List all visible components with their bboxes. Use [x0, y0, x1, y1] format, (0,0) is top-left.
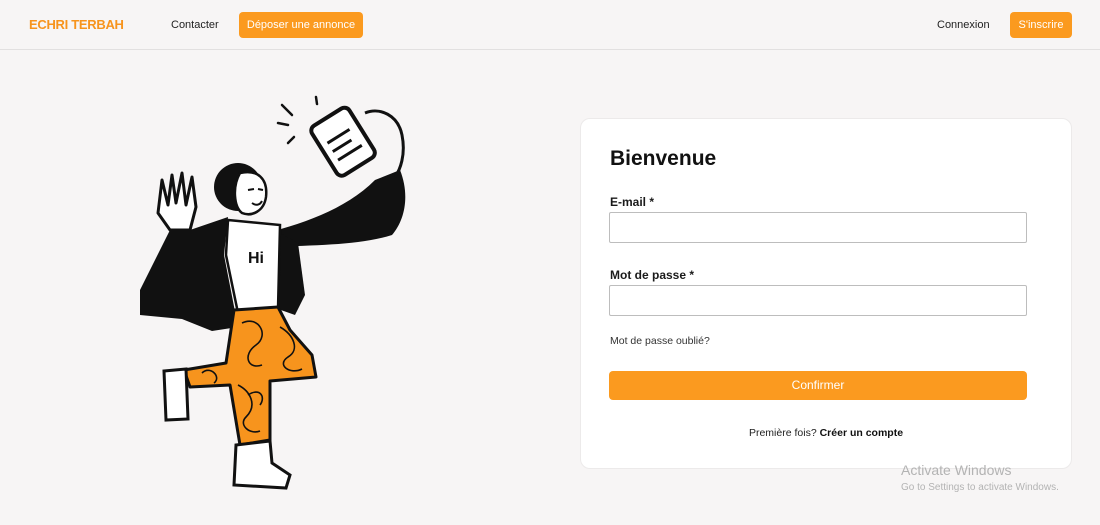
top-navbar: ECHRI TERBAH Contacter Déposer une annon… [0, 0, 1100, 50]
post-ad-button[interactable]: Déposer une annonce [239, 12, 363, 38]
emphasis-lines [276, 95, 319, 145]
email-field[interactable] [609, 212, 1027, 243]
create-account-link[interactable]: Créer un compte [820, 427, 903, 439]
activate-windows-title: Activate Windows [901, 462, 1012, 478]
left-shoe [162, 367, 190, 422]
activate-windows-subtitle: Go to Settings to activate Windows. [901, 482, 1059, 493]
contact-link[interactable]: Contacter [171, 19, 219, 31]
brand-logo[interactable]: ECHRI TERBAH [29, 17, 124, 32]
login-link[interactable]: Connexion [937, 19, 990, 31]
forgot-password-link[interactable]: Mot de passe oublié? [610, 335, 710, 347]
phone-icon [309, 105, 377, 178]
right-shoe [232, 439, 292, 490]
signup-button[interactable]: S'inscrire [1010, 12, 1072, 38]
confirm-button[interactable]: Confirmer [609, 371, 1027, 400]
login-card: Bienvenue E-mail * Mot de passe * Mot de… [580, 118, 1072, 469]
first-time-text: Première fois? [748, 427, 817, 439]
email-label: E-mail * [610, 195, 655, 209]
password-label: Mot de passe * [610, 268, 695, 282]
shirt-text: Hi [248, 250, 264, 267]
person-waving-illustration: Hi [140, 95, 406, 490]
jacket [140, 217, 238, 331]
welcome-title: Bienvenue [610, 147, 717, 170]
face [233, 170, 268, 216]
signup-prompt: Première fois? Créer un compte [581, 427, 1071, 439]
password-field[interactable] [609, 285, 1027, 316]
waving-hand [156, 171, 198, 232]
